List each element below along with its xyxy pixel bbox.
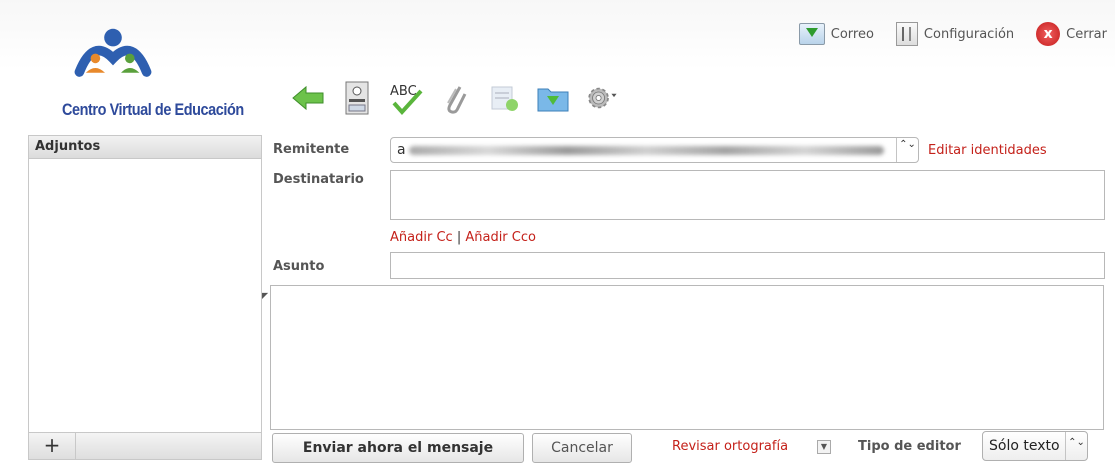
from-label: Remitente [273,142,350,157]
to-label: Destinatario [273,172,364,187]
resize-handle-icon[interactable]: ◤ [262,291,268,300]
address-book-icon [345,81,369,115]
edit-identities-link[interactable]: Editar identidades [928,143,1047,158]
logo-text: Centro Virtual de Educación [62,100,244,119]
back-arrow-icon [292,85,324,111]
add-bcc-link[interactable]: Añadir Cco [465,230,536,245]
signature-icon [491,86,518,111]
send-button[interactable]: Enviar ahora el mensaje [272,433,524,463]
save-draft-icon [537,88,569,112]
attachment-icon [447,86,467,114]
close-nav-item[interactable]: x Cerrar [1036,22,1107,46]
attachments-panel: Adjuntos + [28,135,262,460]
from-value: a [397,142,406,158]
cc-links: Añadir Cc | Añadir Cco [390,230,536,245]
mail-icon [798,23,825,45]
back-button[interactable] [290,80,326,116]
compose-toolbar: ABC [290,80,620,116]
settings-icon [895,22,918,46]
redacted-address [409,146,884,155]
close-icon: x [1036,22,1061,46]
close-label: Cerrar [1066,26,1107,42]
signature-button[interactable] [486,80,522,116]
to-field[interactable] [390,170,1105,220]
address-book-button[interactable] [339,80,375,116]
editor-type-label: Tipo de editor [858,439,961,454]
add-cc-link[interactable]: Añadir Cc [390,230,453,245]
cancel-button[interactable]: Cancelar [532,433,632,463]
message-body-textarea[interactable] [270,285,1104,430]
subject-input[interactable] [390,252,1105,279]
spellcheck-link[interactable]: Revisar ortografía [672,439,788,454]
logo-graphic [74,28,152,77]
attach-button[interactable] [437,80,473,116]
editor-type-select[interactable]: Sólo texto ⌃⌄ [982,431,1088,461]
options-button[interactable] [584,80,620,116]
settings-gear-icon [588,87,617,109]
config-nav-item[interactable]: Configuración [895,22,1015,46]
spellcheck-dropdown-icon[interactable]: ▼ [817,440,831,454]
from-select[interactable]: a ⌃⌄ [390,137,919,163]
attachments-footer: + [29,432,261,459]
spellcheck-text: ABC [390,84,417,99]
mail-nav-item[interactable]: Correo [798,23,874,45]
spellcheck-icon: ABC [390,84,423,115]
link-separator: | [456,230,462,245]
subject-label: Asunto [273,259,325,274]
from-select-arrows-icon: ⌃⌄ [896,138,918,162]
attachments-header: Adjuntos [29,136,261,159]
config-label: Configuración [923,26,1015,42]
top-navigation: Correo Configuración x Cerrar [798,22,1107,46]
save-draft-button[interactable] [535,80,571,116]
mail-label: Correo [830,26,874,42]
editor-select-arrows-icon: ⌃⌄ [1065,432,1087,460]
spellcheck-button[interactable]: ABC [388,80,424,116]
editor-type-value: Sólo texto [989,438,1060,454]
add-attachment-button[interactable]: + [29,433,76,459]
